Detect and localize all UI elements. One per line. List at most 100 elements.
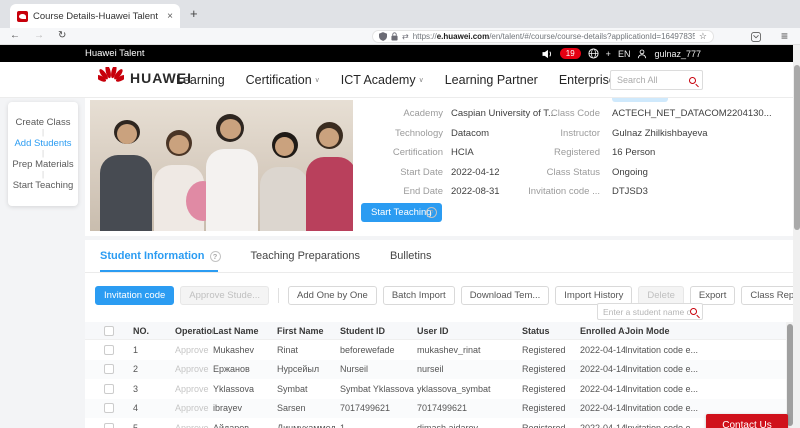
registered-value: 16 Person	[612, 143, 772, 163]
instructor-value: Gulnaz Zhilkishbayeva	[612, 124, 772, 144]
menu-icon[interactable]: ≡	[781, 29, 788, 43]
search-icon[interactable]	[690, 308, 697, 315]
url-scheme: https://	[413, 32, 437, 41]
language-plus-icon: +	[606, 49, 611, 59]
announcement-speaker-icon[interactable]	[542, 49, 553, 59]
tab-close-icon[interactable]: ×	[167, 11, 173, 22]
huawei-flower-icon	[98, 67, 124, 89]
notification-badge[interactable]: 19	[560, 48, 581, 59]
nav-learning-partner[interactable]: Learning Partner	[445, 73, 538, 87]
tabs-divider	[85, 272, 793, 273]
approve-link[interactable]: Approve	[175, 423, 213, 428]
nav-ict-academy[interactable]: ICT Academy∨	[341, 73, 424, 87]
global-search-box[interactable]	[610, 70, 703, 90]
url-text[interactable]: https://e.huawei.com/en/talent/#/course/…	[413, 32, 695, 41]
row-checkbox[interactable]	[104, 345, 114, 355]
approve-link[interactable]: Approve	[175, 403, 213, 413]
page-content: Create Class | Add Students | Prep Mater…	[0, 98, 793, 428]
page-scrollbar-thumb[interactable]	[794, 65, 800, 230]
lock-icon	[391, 32, 398, 41]
site-topbar: Huawei Talent 19 + EN gulnaz_777	[0, 45, 793, 62]
address-bar[interactable]: ⇄ https://e.huawei.com/en/talent/#/cours…	[372, 30, 714, 43]
class-code-value: ACTECH_NET_DATACOM2204130...	[612, 104, 772, 124]
step-connector: |	[42, 129, 44, 137]
topbar-right-cluster: 19 + EN gulnaz_777	[542, 45, 701, 62]
row-checkbox[interactable]	[104, 364, 114, 374]
nav-certification[interactable]: Certification∨	[246, 73, 320, 87]
nav-learning[interactable]: Learning	[176, 73, 225, 87]
chevron-down-icon: ∨	[419, 76, 424, 84]
table-row: 5 Approve Айдаров Динмухаммед 1 dimash.a…	[85, 418, 786, 428]
students-table: NO. Operation Last Name First Name Stude…	[85, 322, 786, 428]
table-row: 4 Approve ibrayev Sarsen 7017499621 7017…	[85, 399, 786, 419]
contact-us-button[interactable]: Contact Us	[706, 414, 788, 428]
browser-tab[interactable]: Course Details-Huawei Talent ×	[10, 4, 180, 28]
main-navbar: HUAWEI Learning Certification∨ ICT Acade…	[0, 62, 793, 98]
user-icon[interactable]	[637, 49, 647, 59]
student-search-input[interactable]	[603, 307, 690, 317]
table-row: 3 Approve Yklassova Symbat Symbat Yklass…	[85, 379, 786, 399]
reload-icon[interactable]: ↻	[58, 30, 66, 41]
pocket-save-icon[interactable]	[751, 32, 761, 42]
bookmark-star-icon[interactable]: ☆	[699, 31, 707, 42]
course-labels-left: Academy Technology Certification Start D…	[360, 104, 443, 202]
invitation-code-button[interactable]: Invitation code	[95, 286, 174, 305]
table-scrollbar[interactable]	[786, 322, 793, 428]
language-selector[interactable]: EN	[618, 49, 631, 59]
tab-student-information[interactable]: Student Information ?	[100, 250, 221, 262]
course-details-card: Academy Technology Certification Start D…	[85, 98, 793, 236]
table-scrollbar-thumb[interactable]	[787, 324, 793, 426]
class-status-value: Ongoing	[612, 163, 772, 183]
approve-link[interactable]: Approve	[175, 364, 213, 374]
username[interactable]: gulnaz_777	[654, 49, 701, 59]
tab-title: Course Details-Huawei Talent	[33, 11, 162, 22]
step-connector: |	[42, 150, 44, 158]
tab-teaching-preparations[interactable]: Teaching Preparations	[251, 250, 360, 262]
help-icon[interactable]: ?	[426, 207, 437, 218]
new-tab-button[interactable]: +	[190, 6, 198, 21]
download-template-button[interactable]: Download Tem...	[461, 286, 550, 305]
invitation-code-value: DTJSD3	[612, 182, 772, 202]
toolbar-divider	[278, 288, 279, 303]
step-start-teaching[interactable]: Start Teaching	[13, 179, 74, 192]
class-report-button[interactable]: Class Report	[741, 286, 800, 305]
url-domain: e.huawei.com	[437, 32, 489, 41]
site-favicon-icon	[17, 11, 28, 22]
main-menu: Learning Certification∨ ICT Academy∨ Lea…	[176, 62, 616, 98]
globe-icon[interactable]	[588, 48, 599, 59]
cropped-button-edge	[612, 98, 668, 102]
row-checkbox[interactable]	[104, 423, 114, 428]
browser-url-bar: ← → ↻ ⇄ https://e.huawei.com/en/talent/#…	[0, 28, 800, 45]
site-brand[interactable]: Huawei Talent	[85, 48, 145, 59]
table-header-row: NO. Operation Last Name First Name Stude…	[85, 322, 786, 340]
approve-students-button[interactable]: Approve Stude...	[180, 286, 269, 305]
course-labels-right: Class Code Instructor Registered Class S…	[512, 104, 600, 202]
select-all-checkbox[interactable]	[104, 326, 114, 336]
browser-tab-bar: Course Details-Huawei Talent × +	[0, 0, 800, 28]
add-one-by-one-button[interactable]: Add One by One	[288, 286, 377, 305]
tab-bulletins[interactable]: Bulletins	[390, 250, 432, 262]
section-tabs: Student Information ? Teaching Preparati…	[100, 250, 432, 262]
class-stepper: Create Class | Add Students | Prep Mater…	[8, 102, 78, 206]
page-scrollbar[interactable]	[793, 45, 800, 428]
shield-icon[interactable]	[379, 32, 387, 41]
help-icon[interactable]: ?	[210, 251, 221, 262]
batch-import-button[interactable]: Batch Import	[383, 286, 455, 305]
row-checkbox[interactable]	[104, 384, 114, 394]
row-checkbox[interactable]	[104, 403, 114, 413]
student-search-box[interactable]	[597, 303, 703, 320]
chevron-down-icon: ∨	[315, 76, 320, 84]
students-card: Student Information ? Teaching Preparati…	[85, 240, 793, 428]
permissions-icon[interactable]: ⇄	[402, 32, 409, 41]
approve-link[interactable]: Approve	[175, 345, 213, 355]
global-search-input[interactable]	[617, 75, 689, 85]
step-connector: |	[42, 171, 44, 179]
course-photo	[90, 100, 353, 231]
course-values-right: ACTECH_NET_DATACOM2204130... Gulnaz Zhil…	[612, 104, 772, 202]
forward-icon[interactable]: →	[34, 30, 44, 41]
search-icon[interactable]	[689, 77, 696, 84]
nav-enterprise[interactable]: Enterprise	[559, 73, 616, 87]
table-row: 1 Approve Mukashev Rinat beforewefade mu…	[85, 340, 786, 360]
approve-link[interactable]: Approve	[175, 384, 213, 394]
back-icon[interactable]: ←	[10, 30, 20, 41]
